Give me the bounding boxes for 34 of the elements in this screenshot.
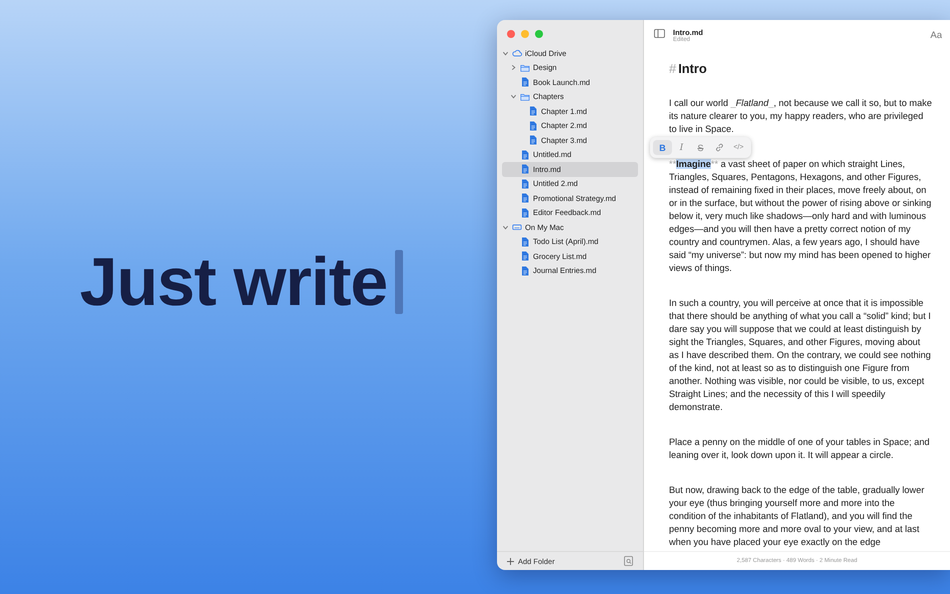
sidebar-toggle-icon[interactable] bbox=[654, 29, 665, 38]
close-button[interactable] bbox=[507, 30, 515, 38]
chevron-icon[interactable] bbox=[510, 93, 517, 100]
chevron-icon[interactable] bbox=[502, 224, 509, 231]
chevron-icon[interactable] bbox=[502, 50, 509, 57]
document-icon bbox=[520, 193, 530, 204]
font-button[interactable]: Aa bbox=[930, 30, 942, 41]
document-icon bbox=[520, 266, 530, 276]
text-cursor bbox=[395, 250, 404, 314]
document-search-icon[interactable] bbox=[624, 556, 633, 566]
folder-icon bbox=[520, 92, 530, 102]
document-icon bbox=[528, 135, 538, 146]
paragraph: But now, drawing back to the edge of the table, gradually lower your eye (thus bringing yourself more and more into the condition of the inhabitants of Flatland), and you will find the penny becoming more and more oval to your view, and at last when you have placed your eye exactly on the edge bbox=[669, 484, 926, 549]
paragraph: Place a penny on the middle of one of your tables in Space; and leaning over it, look down upon it. It will appear a circle. bbox=[669, 436, 930, 462]
heading: #Intro bbox=[669, 61, 708, 76]
paragraph: In such a country, you will perceive at once that it is impossible that there should be anything of what you call a “solid” kind; but I dare say you will suppose that we could at least distinguish by sight the Triangles, Squares, and other Figures, moving about as I have described them. On the contrary, we could see nothing of the kind, not at least so as to distinguish one Figure from another. Nothing was visible, nor could be visible, to us, except Straight Lines; and the necessity of this I will speedily demonstrate. bbox=[669, 297, 932, 414]
link-icon bbox=[715, 143, 724, 152]
document-icon bbox=[520, 236, 530, 247]
document-icon bbox=[520, 178, 530, 189]
document-icon bbox=[528, 120, 538, 131]
headline: Just write bbox=[80, 243, 388, 321]
document-icon bbox=[520, 251, 530, 262]
laptop-icon bbox=[512, 222, 522, 232]
document-icon bbox=[520, 77, 530, 88]
cloud-icon bbox=[512, 48, 522, 58]
folder-icon bbox=[520, 62, 530, 73]
document-icon bbox=[528, 106, 538, 116]
document-icon bbox=[520, 150, 530, 160]
chevron-icon[interactable] bbox=[510, 64, 517, 72]
paragraph: **Imagine** a vast sheet of paper on which straight Lines, Triangles, Squares, Pentagons, Hexagons, and other Figures, instead of remaining fixed in their places, move freely about, on or in the surface, but without the power of rising above or sinking below it, very much like shadows—only hard and with luminous edges—and you will then have a pretty correct notion of my country and countrymen. Alas, a few years ago, I should have said “my universe”: but now my mind has been opened to higher views of things. bbox=[669, 158, 932, 275]
document-icon bbox=[520, 208, 530, 218]
document-icon bbox=[520, 164, 530, 174]
plus-icon bbox=[507, 558, 514, 564]
paragraph: I call our world _Flatland_, not because we call it so, but to make its nature clearer to you, my happy readers, who are privileged to live in Space. bbox=[669, 97, 932, 136]
